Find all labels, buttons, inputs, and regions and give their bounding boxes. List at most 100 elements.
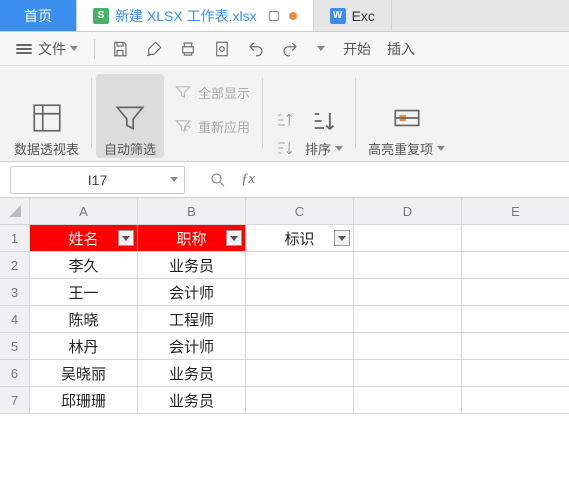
cell-C1[interactable]: 标识 <box>246 225 354 252</box>
cell-C6[interactable] <box>246 360 354 387</box>
cell-A4[interactable]: 陈晓 <box>30 306 138 333</box>
column-header-D[interactable]: D <box>354 198 462 225</box>
row-header-4[interactable]: 4 <box>0 306 30 333</box>
tab-next-document[interactable]: W Exc <box>314 0 392 31</box>
column-header-A[interactable]: A <box>30 198 138 225</box>
tab-active-title: 新建 XLSX 工作表.xlsx <box>115 6 257 26</box>
undo-button[interactable] <box>241 37 271 61</box>
save-button[interactable] <box>105 37 135 61</box>
filter-button-C[interactable] <box>334 230 350 246</box>
row-header-7[interactable]: 7 <box>0 387 30 414</box>
highlight-duplicates-button[interactable]: 高亮重复项 <box>360 74 453 158</box>
cell-D7[interactable] <box>354 387 462 414</box>
customize-toolbar-icon[interactable] <box>317 46 325 51</box>
tab-home[interactable]: 首页 <box>0 0 77 31</box>
cell-B2[interactable]: 业务员 <box>138 252 246 279</box>
cell-A5[interactable]: 林丹 <box>30 333 138 360</box>
select-all-corner[interactable] <box>0 198 30 225</box>
ribbon-tab-start[interactable]: 开始 <box>337 36 377 62</box>
cell-A3[interactable]: 王一 <box>30 279 138 306</box>
tab-next-title: Exc <box>352 8 375 24</box>
cell-C4[interactable] <box>246 306 354 333</box>
cell-name-box[interactable]: I17 <box>10 166 185 194</box>
column-header-B[interactable]: B <box>138 198 246 225</box>
column-header-C[interactable]: C <box>246 198 354 225</box>
formula-input[interactable] <box>269 166 569 194</box>
row-header-6[interactable]: 6 <box>0 360 30 387</box>
print-preview-icon <box>213 40 231 58</box>
cell-E2[interactable] <box>462 252 569 279</box>
cell-E5[interactable] <box>462 333 569 360</box>
cell-C3[interactable] <box>246 279 354 306</box>
formula-bar-buttons: ƒx <box>195 171 269 189</box>
redo-button[interactable] <box>275 37 305 61</box>
cell-E3[interactable] <box>462 279 569 306</box>
cell-A6[interactable]: 吴晓丽 <box>30 360 138 387</box>
cell-C5[interactable] <box>246 333 354 360</box>
sort-asc-icon <box>275 110 295 130</box>
cell-E4[interactable] <box>462 306 569 333</box>
filter-button-B[interactable] <box>226 230 242 246</box>
column-header-E[interactable]: E <box>462 198 569 225</box>
document-tab-bar: 首页 S 新建 XLSX 工作表.xlsx W Exc <box>0 0 569 32</box>
cell-A2[interactable]: 李久 <box>30 252 138 279</box>
quick-access-toolbar: 文件 开始 插入 <box>0 32 569 66</box>
file-menu-label: 文件 <box>38 39 66 59</box>
formula-bar: I17 ƒx <box>0 162 569 198</box>
save-as-button[interactable] <box>139 37 169 61</box>
cell-E7[interactable] <box>462 387 569 414</box>
ribbon-separator <box>262 78 263 148</box>
cell-C2[interactable] <box>246 252 354 279</box>
row-header-2[interactable]: 2 <box>0 252 30 279</box>
cell-D4[interactable] <box>354 306 462 333</box>
cell-B4[interactable]: 工程师 <box>138 306 246 333</box>
show-all-button[interactable]: 全部显示 <box>174 80 250 104</box>
cell-D6[interactable] <box>354 360 462 387</box>
tab-active-document[interactable]: S 新建 XLSX 工作表.xlsx <box>77 0 314 31</box>
chevron-down-icon <box>338 236 346 241</box>
cell-B6[interactable]: 业务员 <box>138 360 246 387</box>
cell-B1-value: 职称 <box>176 228 206 249</box>
row-header-5[interactable]: 5 <box>0 333 30 360</box>
cell-E6[interactable] <box>462 360 569 387</box>
cell-D5[interactable] <box>354 333 462 360</box>
window-restore-icon[interactable] <box>269 11 279 21</box>
sort-desc-button[interactable] <box>275 138 295 158</box>
file-menu-button[interactable]: 文件 <box>10 36 84 62</box>
cell-E1[interactable] <box>462 225 569 252</box>
hamburger-icon <box>16 42 32 56</box>
cell-C7[interactable] <box>246 387 354 414</box>
funnel-refresh-icon <box>174 117 192 135</box>
insert-function-button[interactable]: ƒx <box>241 171 255 188</box>
sort-asc-button[interactable] <box>275 110 295 130</box>
undo-icon <box>247 40 265 58</box>
sort-dialog-button[interactable]: 排序 <box>305 107 343 158</box>
chevron-down-icon <box>170 177 178 182</box>
tab-home-label: 首页 <box>24 6 52 26</box>
highlight-duplicates-label: 高亮重复项 <box>368 139 445 158</box>
cell-B7[interactable]: 业务员 <box>138 387 246 414</box>
cell-D3[interactable] <box>354 279 462 306</box>
pivot-table-button[interactable]: 数据透视表 <box>6 74 87 158</box>
cell-A7[interactable]: 邱珊珊 <box>30 387 138 414</box>
zoom-icon[interactable] <box>209 171 227 189</box>
cell-B3[interactable]: 会计师 <box>138 279 246 306</box>
print-button[interactable] <box>173 37 203 61</box>
reapply-filter-button[interactable]: 重新应用 <box>174 114 250 138</box>
spreadsheet-grid[interactable]: A B C D E 1 姓名 职称 标识 2 李久 业务员 3 王一 会计师 4… <box>0 198 569 414</box>
row-header-3[interactable]: 3 <box>0 279 30 306</box>
chevron-down-icon <box>335 146 343 151</box>
pivot-table-label: 数据透视表 <box>14 139 79 158</box>
auto-filter-button[interactable]: 自动筛选 <box>96 74 164 158</box>
cell-D1[interactable] <box>354 225 462 252</box>
print-preview-button[interactable] <box>207 37 237 61</box>
cell-D2[interactable] <box>354 252 462 279</box>
ribbon-tab-insert[interactable]: 插入 <box>381 36 421 62</box>
cell-A1-header[interactable]: 姓名 <box>30 225 138 252</box>
chevron-down-icon <box>122 236 130 241</box>
row-header-1[interactable]: 1 <box>0 225 30 252</box>
filter-button-A[interactable] <box>118 230 134 246</box>
cell-B5[interactable]: 会计师 <box>138 333 246 360</box>
cell-B1-header[interactable]: 职称 <box>138 225 246 252</box>
save-icon <box>111 40 129 58</box>
